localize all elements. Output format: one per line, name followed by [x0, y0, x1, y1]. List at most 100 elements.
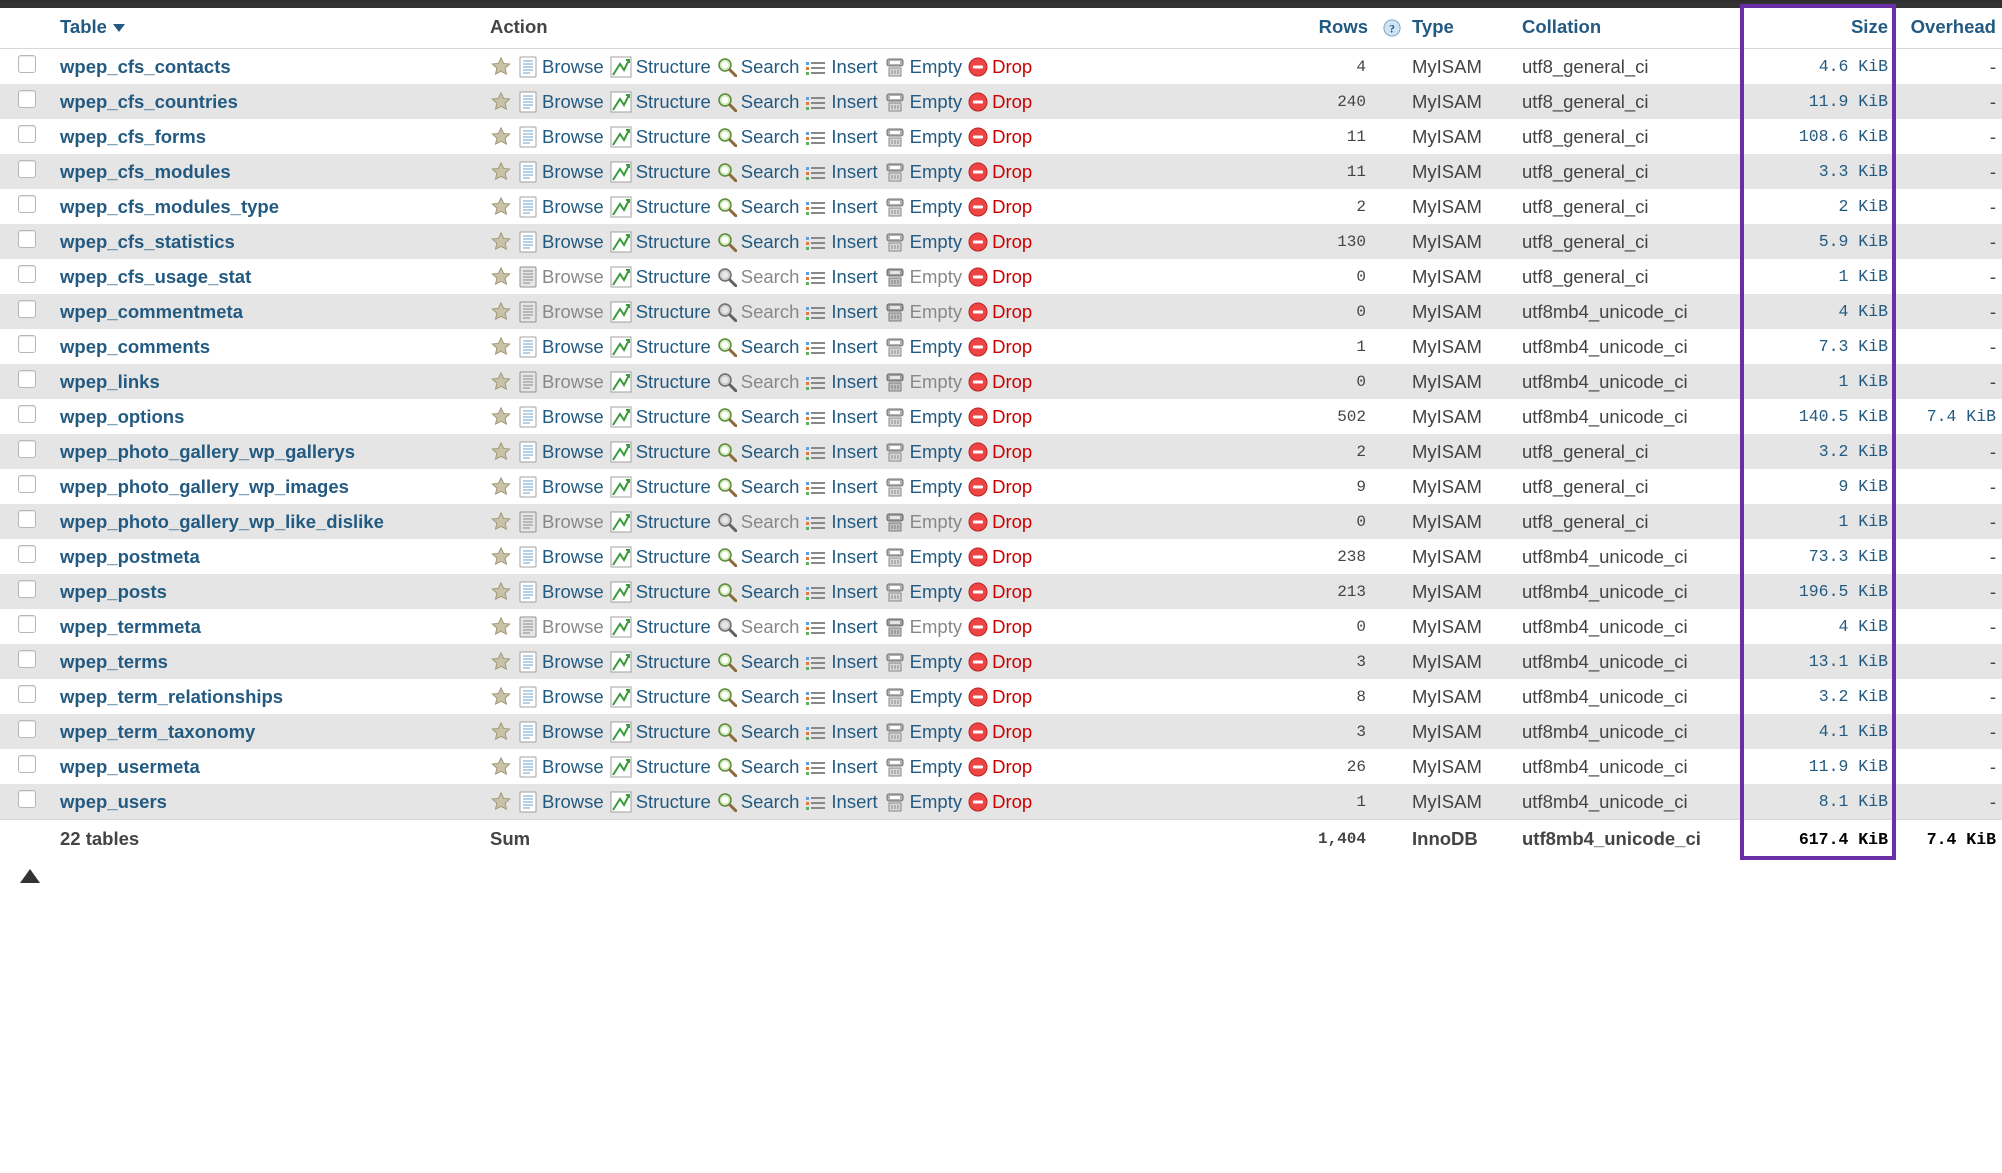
empty-link[interactable]: Empty — [910, 476, 962, 498]
row-checkbox[interactable] — [18, 580, 36, 598]
table-name-link[interactable]: wpep_cfs_modules_type — [60, 196, 279, 217]
structure-link[interactable]: Structure — [636, 56, 711, 78]
browse-link[interactable]: Browse — [542, 301, 604, 323]
row-checkbox[interactable] — [18, 230, 36, 248]
browse-link[interactable]: Browse — [542, 406, 604, 428]
search-link[interactable]: Search — [741, 371, 800, 393]
browse-link[interactable]: Browse — [542, 126, 604, 148]
structure-link[interactable]: Structure — [636, 406, 711, 428]
drop-link[interactable]: Drop — [992, 371, 1032, 393]
header-size[interactable]: Size — [1746, 8, 1894, 49]
browse-link[interactable]: Browse — [542, 441, 604, 463]
insert-link[interactable]: Insert — [831, 581, 877, 603]
structure-link[interactable]: Structure — [636, 301, 711, 323]
insert-link[interactable]: Insert — [831, 336, 877, 358]
favorite-star-icon[interactable] — [490, 546, 512, 568]
drop-link[interactable]: Drop — [992, 56, 1032, 78]
browse-link[interactable]: Browse — [542, 196, 604, 218]
drop-link[interactable]: Drop — [992, 231, 1032, 253]
empty-link[interactable]: Empty — [910, 266, 962, 288]
table-name-link[interactable]: wpep_term_taxonomy — [60, 721, 255, 742]
favorite-star-icon[interactable] — [490, 91, 512, 113]
drop-link[interactable]: Drop — [992, 196, 1032, 218]
insert-link[interactable]: Insert — [831, 126, 877, 148]
browse-link[interactable]: Browse — [542, 511, 604, 533]
browse-link[interactable]: Browse — [542, 791, 604, 813]
favorite-star-icon[interactable] — [490, 56, 512, 78]
row-checkbox[interactable] — [18, 160, 36, 178]
table-name-link[interactable]: wpep_comments — [60, 336, 210, 357]
favorite-star-icon[interactable] — [490, 511, 512, 533]
search-link[interactable]: Search — [741, 511, 800, 533]
favorite-star-icon[interactable] — [490, 791, 512, 813]
structure-link[interactable]: Structure — [636, 336, 711, 358]
drop-link[interactable]: Drop — [992, 266, 1032, 288]
row-checkbox[interactable] — [18, 55, 36, 73]
insert-link[interactable]: Insert — [831, 546, 877, 568]
browse-link[interactable]: Browse — [542, 616, 604, 638]
insert-link[interactable]: Insert — [831, 56, 877, 78]
structure-link[interactable]: Structure — [636, 266, 711, 288]
empty-link[interactable]: Empty — [910, 336, 962, 358]
row-checkbox[interactable] — [18, 510, 36, 528]
search-link[interactable]: Search — [741, 301, 800, 323]
table-name-link[interactable]: wpep_photo_gallery_wp_gallerys — [60, 441, 355, 462]
structure-link[interactable]: Structure — [636, 91, 711, 113]
table-name-link[interactable]: wpep_usermeta — [60, 756, 200, 777]
insert-link[interactable]: Insert — [831, 371, 877, 393]
search-link[interactable]: Search — [741, 546, 800, 568]
insert-link[interactable]: Insert — [831, 196, 877, 218]
header-overhead[interactable]: Overhead — [1894, 8, 2002, 49]
drop-link[interactable]: Drop — [992, 301, 1032, 323]
structure-link[interactable]: Structure — [636, 686, 711, 708]
table-name-link[interactable]: wpep_cfs_forms — [60, 126, 206, 147]
drop-link[interactable]: Drop — [992, 91, 1032, 113]
browse-link[interactable]: Browse — [542, 91, 604, 113]
insert-link[interactable]: Insert — [831, 686, 877, 708]
browse-link[interactable]: Browse — [542, 231, 604, 253]
table-name-link[interactable]: wpep_cfs_usage_stat — [60, 266, 251, 287]
row-checkbox[interactable] — [18, 90, 36, 108]
search-link[interactable]: Search — [741, 686, 800, 708]
favorite-star-icon[interactable] — [490, 406, 512, 428]
empty-link[interactable]: Empty — [910, 406, 962, 428]
drop-link[interactable]: Drop — [992, 756, 1032, 778]
insert-link[interactable]: Insert — [831, 441, 877, 463]
search-link[interactable]: Search — [741, 756, 800, 778]
table-name-link[interactable]: wpep_users — [60, 791, 167, 812]
insert-link[interactable]: Insert — [831, 756, 877, 778]
empty-link[interactable]: Empty — [910, 546, 962, 568]
browse-link[interactable]: Browse — [542, 476, 604, 498]
table-name-link[interactable]: wpep_termmeta — [60, 616, 201, 637]
structure-link[interactable]: Structure — [636, 371, 711, 393]
search-link[interactable]: Search — [741, 406, 800, 428]
table-name-link[interactable]: wpep_commentmeta — [60, 301, 243, 322]
insert-link[interactable]: Insert — [831, 161, 877, 183]
browse-link[interactable]: Browse — [542, 371, 604, 393]
structure-link[interactable]: Structure — [636, 441, 711, 463]
browse-link[interactable]: Browse — [542, 266, 604, 288]
favorite-star-icon[interactable] — [490, 581, 512, 603]
favorite-star-icon[interactable] — [490, 651, 512, 673]
row-checkbox[interactable] — [18, 545, 36, 563]
insert-link[interactable]: Insert — [831, 616, 877, 638]
drop-link[interactable]: Drop — [992, 581, 1032, 603]
table-name-link[interactable]: wpep_cfs_countries — [60, 91, 238, 112]
table-name-link[interactable]: wpep_links — [60, 371, 160, 392]
header-rows-help[interactable]: ? — [1374, 8, 1406, 49]
empty-link[interactable]: Empty — [910, 791, 962, 813]
table-name-link[interactable]: wpep_term_relationships — [60, 686, 283, 707]
drop-link[interactable]: Drop — [992, 441, 1032, 463]
drop-link[interactable]: Drop — [992, 791, 1032, 813]
browse-link[interactable]: Browse — [542, 721, 604, 743]
search-link[interactable]: Search — [741, 616, 800, 638]
search-link[interactable]: Search — [741, 336, 800, 358]
browse-link[interactable]: Browse — [542, 546, 604, 568]
favorite-star-icon[interactable] — [490, 161, 512, 183]
empty-link[interactable]: Empty — [910, 651, 962, 673]
empty-link[interactable]: Empty — [910, 721, 962, 743]
insert-link[interactable]: Insert — [831, 511, 877, 533]
browse-link[interactable]: Browse — [542, 651, 604, 673]
search-link[interactable]: Search — [741, 266, 800, 288]
drop-link[interactable]: Drop — [992, 161, 1032, 183]
